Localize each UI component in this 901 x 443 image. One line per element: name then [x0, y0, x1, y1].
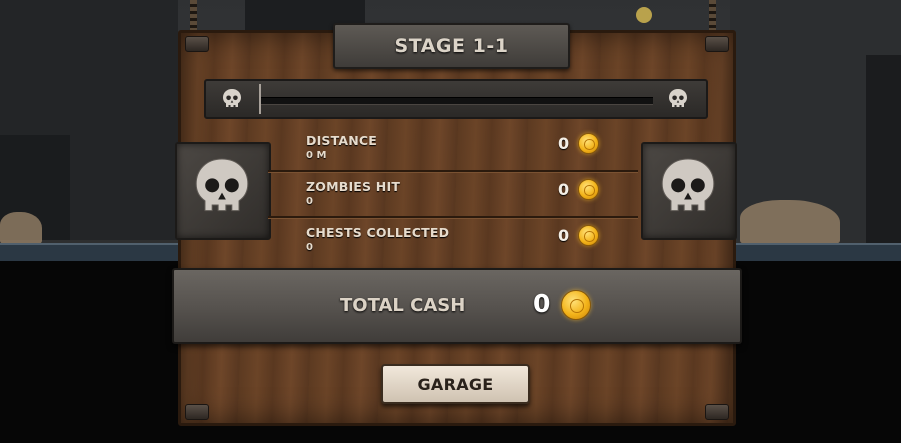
- garage-button[interactable]: GARAGE: [381, 364, 530, 404]
- rubble-right: [740, 200, 840, 245]
- stage-header: STAGE 1-1: [333, 23, 570, 69]
- skull-icon: [669, 89, 687, 107]
- total-cash-label: TOTAL CASH: [340, 295, 466, 316]
- stat-reward: 0: [558, 226, 570, 245]
- stat-reward: 0: [558, 134, 570, 153]
- stat-label: CHESTS COLLECTED: [306, 225, 450, 240]
- stats-list: DISTANCE 0 M 0 ZOMBIES HIT 0 0 CHESTS CO…: [268, 126, 638, 262]
- coin-icon: [578, 133, 599, 154]
- total-cash-value: 0: [533, 289, 551, 318]
- rivet: [705, 36, 729, 52]
- rivet: [185, 36, 209, 52]
- stat-label: DISTANCE: [306, 133, 378, 148]
- coin-icon: [578, 225, 599, 246]
- chain-left: [190, 0, 197, 32]
- rubble-left: [0, 212, 42, 244]
- coin-icon: [578, 179, 599, 200]
- skull-icon: [195, 158, 249, 212]
- stat-row-zombies-hit: ZOMBIES HIT 0 0: [268, 172, 638, 218]
- stat-reward: 0: [558, 180, 570, 199]
- skull-plate-left: [175, 142, 271, 240]
- tower-right: [866, 55, 901, 245]
- stat-row-chests-collected: CHESTS COLLECTED 0 0: [268, 218, 638, 262]
- coin-icon: [561, 290, 591, 320]
- stat-label: ZOMBIES HIT: [306, 179, 401, 194]
- stat-sub-value: 0 M: [306, 150, 327, 161]
- garage-button-label: GARAGE: [417, 374, 494, 394]
- stat-row-distance: DISTANCE 0 M 0: [268, 126, 638, 172]
- distant-skull-icon: [636, 7, 652, 23]
- stage-title: STAGE 1-1: [394, 35, 509, 57]
- skull-icon: [223, 89, 241, 107]
- skull-icon: [661, 158, 715, 212]
- progress-track: [261, 97, 653, 105]
- chain-right: [709, 0, 716, 32]
- stat-sub-value: 0: [306, 242, 313, 253]
- total-cash-bar: TOTAL CASH 0: [172, 268, 742, 344]
- skull-plate-right: [641, 142, 737, 240]
- stat-sub-value: 0: [306, 196, 313, 207]
- rivet: [705, 404, 729, 420]
- distance-progress-bar: [204, 79, 708, 119]
- rivet: [185, 404, 209, 420]
